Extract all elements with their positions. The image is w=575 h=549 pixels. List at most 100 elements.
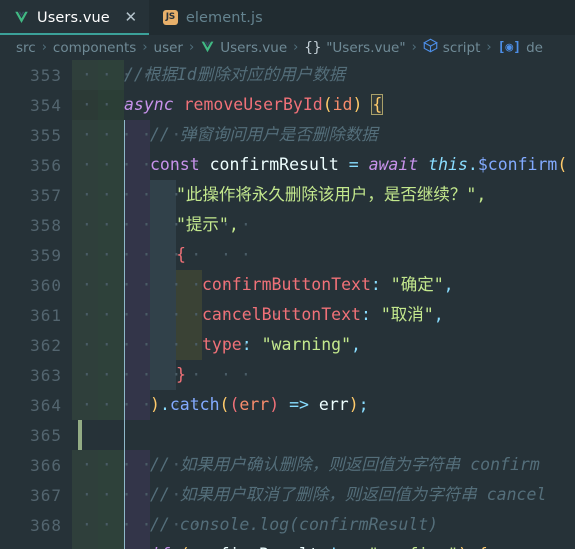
code-token: type: "warning", [202,335,361,354]
breadcrumb-separator-icon: › [486,40,492,55]
breadcrumb-separator-icon: › [41,40,47,55]
code-line-360[interactable]: 360 · · · · · · · · · · confirmButtonTex… [0,270,575,300]
line-number: 357 [30,185,62,205]
code-token: // 如果用户确认删除，则返回值为字符串 confirm [150,455,540,474]
breadcrumb-label: components [52,39,137,56]
code-line-content[interactable]: · · · · · · · · · · confirmButtonText: "… [72,270,575,300]
symbol-icon: [◉] [497,40,522,55]
breadcrumb: src › components › user › Users.vue › {}… [0,35,575,60]
code-line-364[interactable]: 364 · · · · · · ).catch((err) => err); [0,390,575,420]
code-line-366[interactable]: 366 · · · · · · // 如果用户确认删除，则返回值为字符串 con… [0,450,575,480]
breadcrumb-separator-icon: › [188,40,195,55]
breadcrumb-item-users-vue[interactable]: Users.vue [200,40,287,56]
code-token: const confirmResult = await this.$confir… [150,155,568,174]
breadcrumb-label: Users.vue [220,39,288,56]
breadcrumb-item-components[interactable]: components [53,40,136,56]
breadcrumb-label: script [442,39,481,56]
code-token: // console.log(confirmResult) [150,515,439,534]
line-number: 353 [30,65,62,85]
line-number: 366 [30,455,62,475]
code-line-361[interactable]: 361 · · · · · · · · · · cancelButtonText… [0,300,575,330]
breadcrumb-item-src[interactable]: src [16,40,36,56]
code-token: //根据Id删除对应的用户数据 [124,65,346,84]
tab-element-js[interactable]: JS element.js [148,0,274,35]
code-line-355[interactable]: 355 · · · · · · // 弹窗询问用户是否删除数据 [0,120,575,150]
breadcrumb-label: user [153,39,183,56]
line-number: 367 [30,485,62,505]
line-number: 362 [30,335,62,355]
code-line-356[interactable]: 356 · · · · · · const confirmResult = aw… [0,150,575,180]
code-line-content[interactable]: · · · · //根据Id删除对应的用户数据 [72,60,575,90]
js-file-icon: JS [162,10,178,25]
breadcrumb-item-default[interactable]: [◉] de [498,40,543,56]
tab-label: element.js [185,9,263,26]
code-line-content[interactable]: · · · · · · · · "提示", [72,210,575,240]
code-line-365[interactable]: 365 [0,420,575,450]
editor-tab-bar: Users.vue ✕ JS element.js [0,0,575,35]
line-number: 368 [30,515,62,535]
line-number: 364 [30,395,62,415]
code-line-368[interactable]: 368 · · · · · · // console.log(confirmRe… [0,510,575,540]
code-line-content[interactable]: · · · · · · ).catch((err) => err); [72,390,575,420]
code-line-357[interactable]: 357 · · · · · · · · "此操作将永久删除该用户，是否继续？", [0,180,575,210]
breadcrumb-item-script[interactable]: script [422,38,481,57]
code-line-content[interactable]: · · · · · · // 如果用户确认删除，则返回值为字符串 confirm [72,450,575,480]
line-number: 354 [30,95,62,115]
code-token: // 如果用户取消了删除，则返回值为字符串 cancel [150,485,547,504]
code-token: "此操作将永久删除该用户，是否继续？", [176,185,487,204]
breadcrumb-separator-icon: › [293,40,299,55]
braces-icon: {} [304,39,322,56]
breadcrumb-label: "Users.vue" [326,39,406,56]
code-line-358[interactable]: 358 · · · · · · · · "提示", [0,210,575,240]
vue-file-icon [14,11,29,25]
code-line-content[interactable]: · · · · async removeUserById(id) { [72,90,575,120]
line-number: 365 [30,425,62,445]
code-line-369[interactable]: 369 · · · · · · if (confirmResult !== "c… [0,540,575,549]
code-line-354[interactable]: 354 · · · · async removeUserById(id) { [0,90,575,120]
code-line-content[interactable]: · · · · · · · · } [72,360,575,390]
code-line-content[interactable]: · · · · · · · · { [72,240,575,270]
code-line-content[interactable]: · · · · · · · · "此操作将永久删除该用户，是否继续？", [72,180,575,210]
breadcrumb-item-users-vue-symbol[interactable]: {} "Users.vue" [304,40,405,56]
code-token: "提示", [176,215,239,234]
close-icon[interactable]: ✕ [124,10,138,25]
vue-file-icon [200,41,215,55]
code-line-content[interactable]: · · · · · · // 弹窗询问用户是否删除数据 [72,120,575,150]
code-token: ).catch((err) => err); [150,395,369,414]
code-line-content[interactable]: · · · · · · // console.log(confirmResult… [72,510,575,540]
code-line-367[interactable]: 367 · · · · · · // 如果用户取消了删除，则返回值为字符串 ca… [0,480,575,510]
indent-guide-active [124,420,125,450]
line-number: 355 [30,125,62,145]
code-token: } [176,365,186,384]
code-line-content[interactable]: · · · · · · // 如果用户取消了删除，则返回值为字符串 cancel [72,480,575,510]
cube-icon [422,38,438,57]
code-line-359[interactable]: 359 · · · · · · · · { [0,240,575,270]
tab-users-vue[interactable]: Users.vue ✕ [0,0,149,35]
breadcrumb-label: de [526,39,543,56]
code-line-363[interactable]: 363 · · · · · · · · } [0,360,575,390]
line-number: 359 [30,245,62,265]
breadcrumb-item-user[interactable]: user [154,40,183,56]
code-line-content[interactable] [72,420,575,450]
code-token: cancelButtonText: "取消", [202,305,444,324]
code-token: async removeUserById(id) { [124,94,384,115]
code-line-353[interactable]: 353 · · · · //根据Id删除对应的用户数据 [0,60,575,90]
line-number: 369 [0,546,72,549]
tab-label: Users.vue [37,9,110,26]
code-token: { [176,245,186,264]
code-token: // 弹窗询问用户是否删除数据 [150,125,378,144]
line-number: 360 [30,275,62,295]
code-line-content[interactable]: · · · · · · · · · · cancelButtonText: "取… [72,300,575,330]
line-number: 363 [30,365,62,385]
breadcrumb-separator-icon: › [142,40,148,55]
line-number: 358 [30,215,62,235]
code-token: confirmButtonText: "确定", [202,275,454,294]
code-line-content[interactable]: · · · · · · · · · · type: "warning", [72,330,575,360]
code-editor[interactable]: 353 · · · · //根据Id删除对应的用户数据 354 · · · · … [0,60,575,549]
code-line-content[interactable]: · · · · · · if (confirmResult !== "confi… [72,540,575,549]
code-line-362[interactable]: 362 · · · · · · · · · · type: "warning", [0,330,575,360]
code-line-content[interactable]: · · · · · · const confirmResult = await … [72,150,575,180]
breadcrumb-separator-icon: › [411,40,417,55]
line-number: 361 [30,305,62,325]
code-token: if (confirmResult !== "confirm") { [150,540,488,549]
